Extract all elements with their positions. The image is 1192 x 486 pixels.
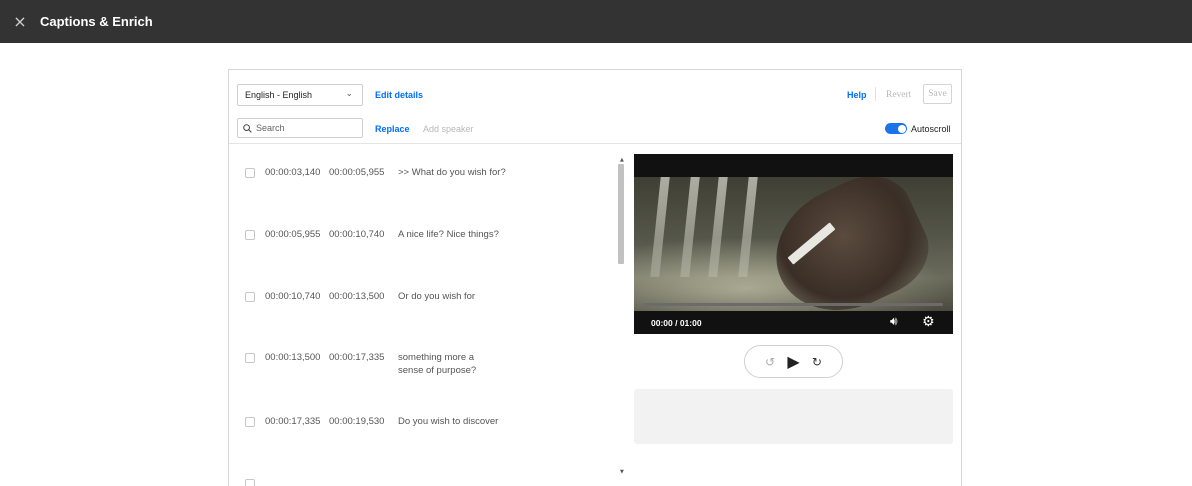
video-progress-bar[interactable] [644, 303, 943, 306]
caption-text[interactable]: A nice life? Nice things? [398, 228, 538, 241]
revert-button[interactable]: Revert [886, 90, 911, 100]
caption-row[interactable]: 00:00:03,140 00:00:05,955 >> What do you… [245, 167, 538, 179]
caption-row[interactable]: 00:00:05,955 00:00:10,740 A nice life? N… [245, 229, 538, 241]
top-bar: × Captions & Enrich [0, 0, 1192, 43]
language-select[interactable]: English - English ⌄ [237, 84, 363, 106]
caption-checkbox[interactable] [245, 353, 255, 363]
caption-text[interactable]: Do you wish to discover [398, 415, 538, 428]
caption-row-partial[interactable] [245, 478, 265, 486]
caption-text[interactable]: Or do you wish for [398, 290, 538, 303]
caption-checkbox[interactable] [245, 168, 255, 178]
captions-list: 00:00:03,140 00:00:05,955 >> What do you… [229, 144, 614, 486]
video-player[interactable]: 00:00 / 01:00 🔊︎ ⚙ [634, 154, 953, 334]
caption-start-time[interactable]: 00:00:05,955 [265, 229, 329, 240]
caption-end-time[interactable]: 00:00:10,740 [329, 229, 398, 240]
edit-details-link[interactable]: Edit details [375, 90, 423, 100]
playback-transport: ↺ ▶ ↻ [744, 345, 843, 378]
page-title: Captions & Enrich [40, 14, 153, 29]
volume-icon[interactable]: 🔊︎ [890, 314, 898, 329]
player-controls: 00:00 / 01:00 🔊︎ ⚙ [634, 311, 953, 334]
caption-end-time[interactable]: 00:00:13,500 [329, 291, 398, 302]
caption-text[interactable]: >> What do you wish for? [398, 166, 538, 179]
caption-info-box [634, 389, 953, 444]
caption-row[interactable]: 00:00:13,500 00:00:17,335 something more… [245, 352, 538, 377]
add-speaker-link[interactable]: Add speaker [423, 124, 474, 134]
caption-start-time[interactable]: 00:00:13,500 [265, 352, 329, 363]
rewind-icon[interactable]: ↺ [765, 355, 775, 369]
divider [875, 87, 876, 101]
caption-start-time[interactable]: 00:00:03,140 [265, 167, 329, 178]
video-frame[interactable] [634, 177, 953, 311]
caption-row[interactable]: 00:00:17,335 00:00:19,530 Do you wish to… [245, 416, 538, 428]
caption-end-time[interactable]: 00:00:17,335 [329, 352, 398, 363]
language-select-value: English - English [245, 90, 313, 100]
caption-checkbox[interactable] [245, 417, 255, 427]
play-icon[interactable]: ▶ [787, 352, 799, 371]
caption-checkbox[interactable] [245, 479, 255, 486]
caption-end-time[interactable]: 00:00:19,530 [329, 416, 398, 427]
chevron-down-icon: ⌄ [345, 89, 353, 99]
autoscroll-label: Autoscroll [911, 123, 951, 134]
caption-checkbox[interactable] [245, 230, 255, 240]
close-icon[interactable]: × [0, 12, 40, 31]
search-icon [243, 123, 252, 133]
scrollbar-thumb[interactable] [618, 164, 624, 264]
captions-editor-panel: English - English ⌄ Edit details Help Re… [228, 69, 962, 486]
forward-icon[interactable]: ↻ [812, 355, 822, 369]
caption-row[interactable]: 00:00:10,740 00:00:13,500 Or do you wish… [245, 291, 538, 303]
scroll-up-icon[interactable]: ▲ [620, 157, 624, 163]
scroll-down-icon[interactable]: ▼ [620, 469, 624, 475]
search-input[interactable] [256, 123, 356, 133]
toggle-switch[interactable] [885, 123, 907, 134]
caption-checkbox[interactable] [245, 292, 255, 302]
save-button[interactable]: Save [923, 84, 952, 104]
caption-start-time[interactable]: 00:00:17,335 [265, 416, 329, 427]
caption-start-time[interactable]: 00:00:10,740 [265, 291, 329, 302]
caption-text[interactable]: something more a sense of purpose? [398, 351, 538, 377]
settings-gear-icon[interactable]: ⚙ [922, 314, 935, 330]
caption-end-time[interactable]: 00:00:05,955 [329, 167, 398, 178]
help-link[interactable]: Help [847, 90, 867, 100]
replace-link[interactable]: Replace [375, 124, 410, 134]
autoscroll-toggle[interactable]: Autoscroll [885, 123, 951, 134]
search-box [237, 118, 363, 138]
playback-time: 00:00 / 01:00 [651, 318, 702, 328]
